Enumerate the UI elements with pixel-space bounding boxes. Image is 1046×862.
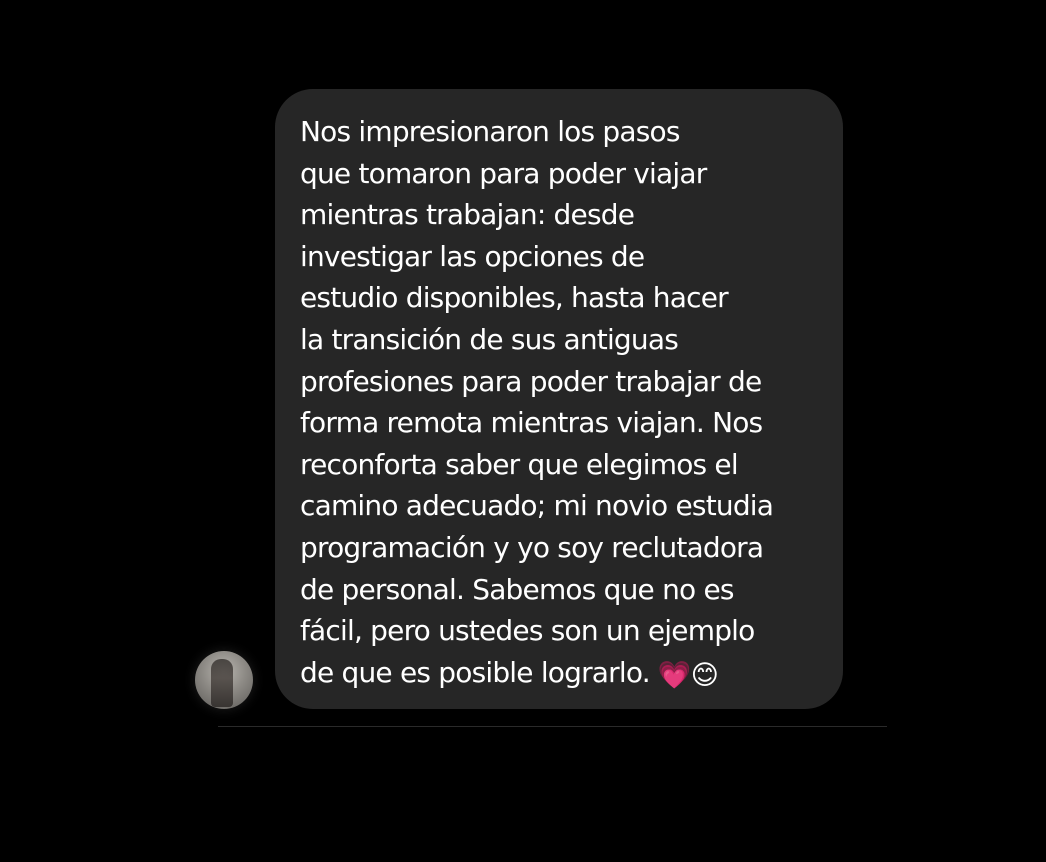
- smile-emoji: 😊: [690, 659, 719, 691]
- divider: [218, 726, 887, 727]
- dm-screen: Nos impresionaron los pasos que tomaron …: [0, 0, 1046, 862]
- sender-avatar[interactable]: [195, 651, 253, 709]
- message-body: Nos impresionaron los pasos que tomaron …: [300, 115, 774, 689]
- avatar-photo-figure: [211, 659, 233, 707]
- heart-emoji: 💗: [657, 659, 692, 691]
- message-text: Nos impresionaron los pasos que tomaron …: [300, 111, 823, 693]
- message-bubble[interactable]: Nos impresionaron los pasos que tomaron …: [275, 89, 843, 709]
